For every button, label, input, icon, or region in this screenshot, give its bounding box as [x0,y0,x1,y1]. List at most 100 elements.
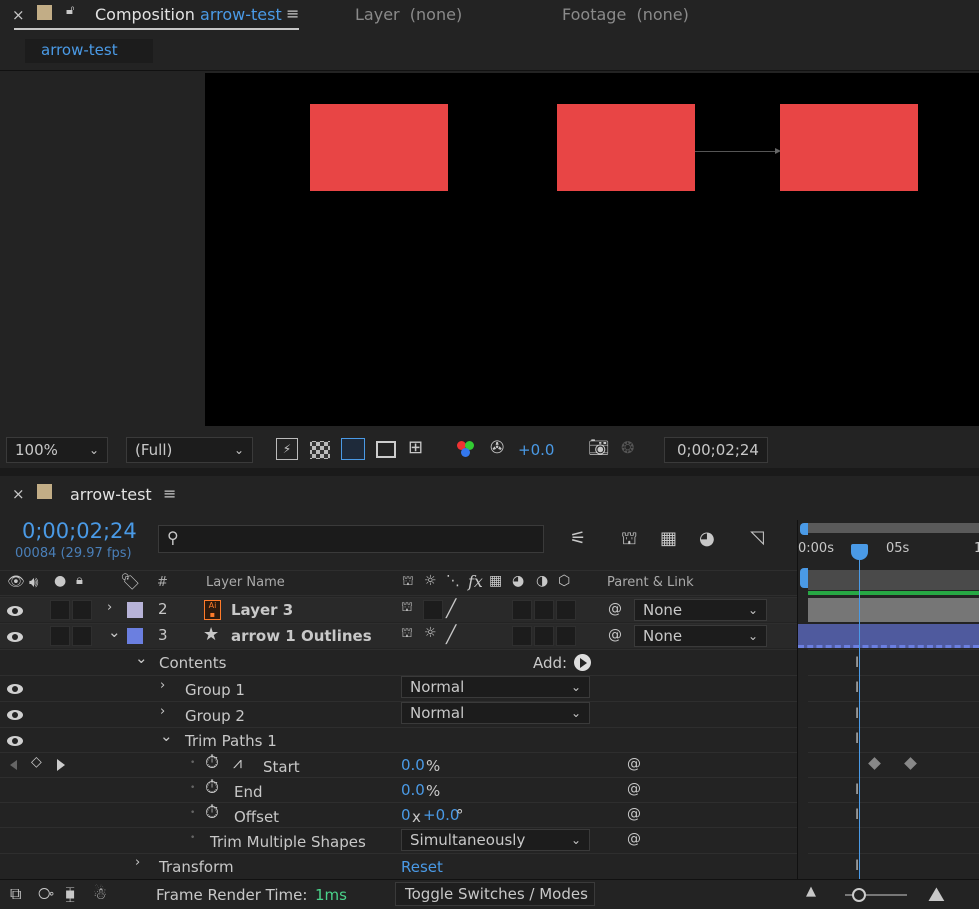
visibility-eye-icon[interactable] [7,736,23,746]
timeline-title[interactable]: arrow-test [70,485,152,504]
zoom-slider-thumb[interactable] [852,888,866,902]
motion-blur-icon[interactable]: ◕ [699,528,715,549]
stopwatch-icon[interactable]: ⏱︎ [205,777,219,798]
quality-icon[interactable]: ⋱ [446,573,460,589]
solo-icon[interactable]: ● [54,573,66,589]
frame-blending-icon[interactable]: ▦ [660,528,677,549]
label-tag-icon[interactable]: 🏷︎ [120,572,140,591]
pick-whip-icon[interactable]: @ [608,601,622,617]
end-value[interactable]: 0.0 [401,781,425,799]
timeline-menu-icon[interactable]: ≡ [163,484,176,503]
quality-line-icon[interactable]: ╱ [446,599,456,619]
parent-select[interactable]: None ⌄ [634,625,767,647]
motion-sketch-icon[interactable]: ☃︎ [93,884,107,903]
layer-name[interactable]: Layer 3 [231,601,293,619]
expand-chevron-icon[interactable]: › [160,704,165,719]
3d-switch[interactable] [556,626,576,646]
layer-search-input[interactable]: ⚲ [158,525,544,553]
comp-mini-flowchart-icon[interactable]: ⧉ [10,884,21,904]
audio-icon[interactable]: 🔊︎ [29,573,38,591]
collapse-chevron-icon[interactable]: ⌄ [108,623,121,641]
close-timeline-icon[interactable]: × [12,485,25,503]
lock-icon[interactable]: 🔓︎ [66,3,74,18]
region-of-interest-icon[interactable] [376,441,396,458]
snapshot-camera-icon[interactable]: 📷︎ [588,438,610,458]
in-out-icon[interactable]: ⧯ [65,884,75,904]
mask-visibility-icon[interactable] [341,438,365,460]
trim-multiple-row[interactable]: • Trim Multiple Shapes Simultaneously ⌄ @ [0,827,797,852]
viewer-timecode[interactable]: 0;00;02;24 [664,437,768,463]
timeline-ruler[interactable]: 0:00s 05s 1 [798,520,979,568]
3d-switch[interactable] [556,600,576,620]
current-time-display[interactable]: 0;00;02;24 [22,519,137,543]
label-color-swatch[interactable] [127,602,143,618]
grid-guides-icon[interactable]: ⊞ [408,437,423,458]
next-keyframe-icon[interactable] [57,759,65,771]
arrow-track-bar[interactable] [798,624,979,648]
work-area-marker[interactable] [800,568,808,588]
layer-row-arrow[interactable]: ⌄ 3 ★ arrow 1 Outlines ⛫ ☼ ╱ @ None ⌄ [0,623,797,648]
3d-layer-icon[interactable]: ⬡ [558,573,570,589]
stopwatch-icon[interactable]: ⏱︎ [205,802,219,823]
offset-revolutions[interactable]: 0 [401,806,411,824]
comp-subtab[interactable]: arrow-test [25,39,153,63]
contents-row[interactable]: ⌄ Contents Add: [0,649,797,674]
expand-chevron-icon[interactable]: › [107,600,112,615]
collapse-icon[interactable]: ☼ [424,573,437,589]
stopwatch-active-icon[interactable]: ⏱︎ [205,752,219,773]
fast-previews-icon[interactable]: ⚡︎ [276,438,298,460]
pick-whip-icon[interactable]: @ [627,831,641,847]
red-rectangle-left[interactable] [310,104,448,191]
toggle-switches-modes-button[interactable]: Toggle Switches / Modes [395,882,595,906]
pick-whip-icon[interactable]: @ [627,806,641,822]
shy-switch-icon[interactable]: ⛫ [401,626,413,643]
blend-switch[interactable] [534,600,554,620]
red-rectangle-right[interactable] [780,104,918,191]
prev-keyframe-icon[interactable] [10,760,17,770]
graph-editor-icon[interactable]: ◹ [750,527,764,548]
exposure-value[interactable]: +0.0 [518,441,554,459]
zoom-out-mountain-icon[interactable]: ▲ [806,884,816,899]
offset-property-row[interactable]: • ⏱︎ Offset 0 x +0.0 ° @ [0,802,797,827]
visibility-eye-icon[interactable] [7,710,23,720]
resolution-select[interactable]: (Full) ⌄ [126,437,253,463]
composition-canvas[interactable] [205,73,979,426]
fx-switch[interactable] [512,626,532,646]
effects-fx-icon[interactable]: fx [468,572,483,591]
expand-chevron-icon[interactable]: › [160,678,165,693]
column-parent-link[interactable]: Parent & Link [607,575,694,590]
collapse-chevron-icon[interactable]: ⌄ [160,727,173,745]
tab-composition[interactable]: Composition arrow-test [95,5,282,24]
group-2-blend-select[interactable]: Normal ⌄ [401,702,590,724]
exposure-reset-icon[interactable]: ✇ [490,438,504,458]
tab-footage[interactable]: Footage (none) [562,5,689,24]
work-area-start-handle[interactable] [800,523,808,535]
start-value[interactable]: 0.0 [401,756,425,774]
zoom-select[interactable]: 100% ⌄ [6,437,108,463]
render-time-icon[interactable]: ⧂ [38,884,54,904]
visibility-eye-icon[interactable] [7,632,23,642]
close-tab-icon[interactable]: × [12,6,25,24]
show-snapshot-icon[interactable]: ❂ [621,438,634,457]
audio-switch[interactable] [50,626,70,646]
parent-select[interactable]: None ⌄ [634,599,767,621]
lock-column-icon[interactable]: 🔒︎ [76,573,83,588]
collapse-chevron-icon[interactable]: ⌄ [135,649,148,667]
label-color-swatch[interactable] [127,628,143,644]
start-property-row[interactable]: ◇ • ⏱︎ ⩘ Start 0.0 % @ [0,752,797,777]
playhead-line[interactable] [859,556,860,880]
tab-layer[interactable]: Layer (none) [355,5,462,24]
frame-blend-col-icon[interactable]: ▦ [489,573,502,589]
pick-whip-icon[interactable]: @ [627,756,641,772]
blend-switch[interactable] [534,626,554,646]
motion-blur-col-icon[interactable]: ◕ [512,573,524,589]
layer3-track-bar[interactable] [808,598,979,622]
group-1-row[interactable]: › Group 1 Normal ⌄ [0,675,797,700]
transform-reset-link[interactable]: Reset [401,858,443,876]
lock-switch[interactable] [72,600,92,620]
zoom-in-mountain-icon[interactable]: ⛰︎ [928,882,945,906]
draft-3d-icon[interactable]: ⛫ [621,528,638,552]
group-1-blend-select[interactable]: Normal ⌄ [401,676,590,698]
end-property-row[interactable]: • ⏱︎ End 0.0 % @ [0,777,797,802]
add-keyframe-diamond-icon[interactable]: ◇ [31,754,42,770]
